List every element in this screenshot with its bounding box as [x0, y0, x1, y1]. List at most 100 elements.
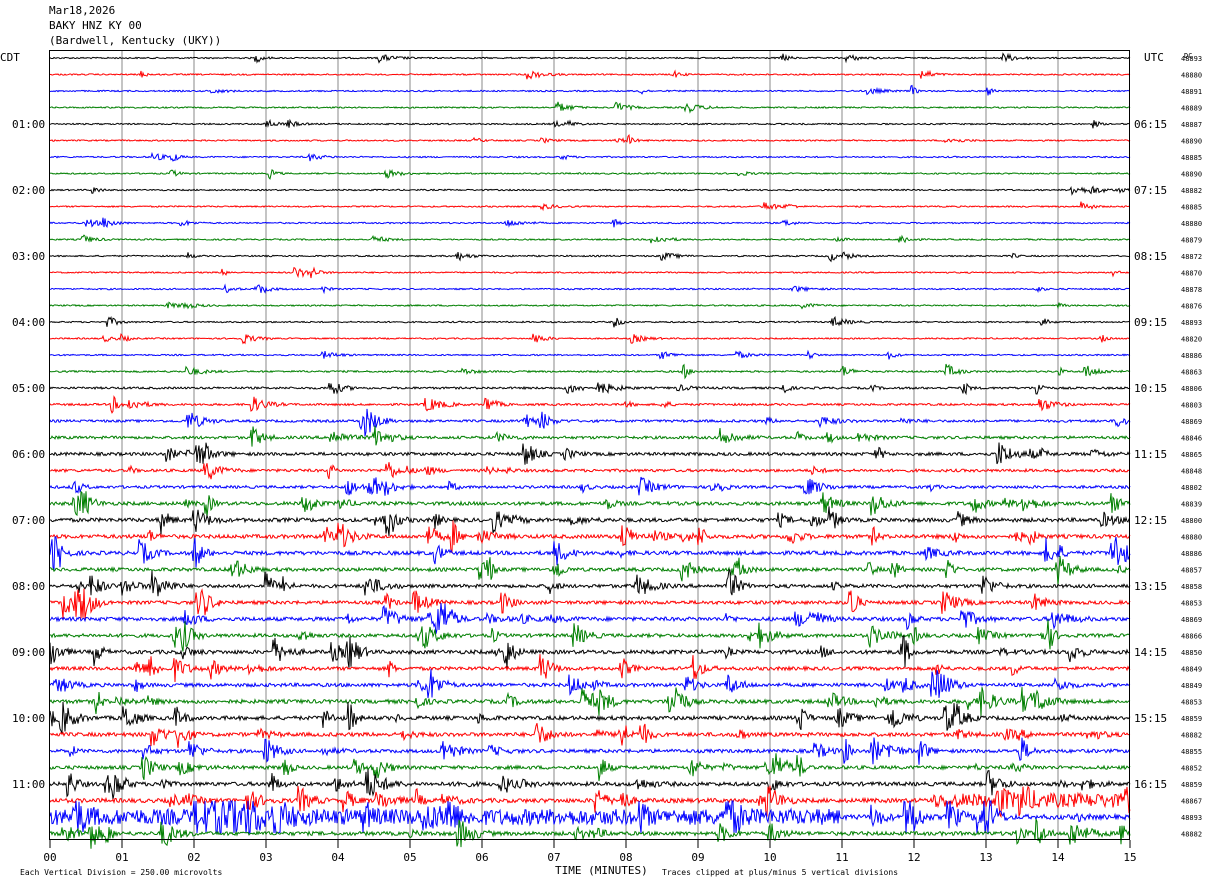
cdt-hour-label: 06:00: [12, 448, 45, 461]
x-tick-label: 11: [835, 851, 848, 864]
dc-offset-label: 48806: [1181, 385, 1202, 393]
seismic-trace-line: [49, 506, 1131, 537]
seismic-trace-line: [49, 201, 1131, 212]
seismic-trace-line: [49, 687, 1131, 717]
cdt-hour-label: 08:00: [12, 580, 45, 593]
minute-gridlines: [121, 51, 1059, 840]
dc-offset-label: 48852: [1181, 765, 1202, 773]
utc-hour-label: 10:15: [1134, 382, 1167, 395]
dc-offset-label: 48863: [1181, 369, 1202, 377]
dc-offset-label: 48887: [1181, 121, 1202, 129]
x-axis-tick-labels: 00 01 02 03 04 05 06 07 08 09 10 11 12 13 14 15: [43, 840, 1137, 864]
x-tick-label: 10: [763, 851, 776, 864]
dc-offset-label: 48889: [1181, 105, 1202, 113]
dc-offset-label: 48857: [1181, 567, 1202, 575]
seismic-trace-line: [49, 520, 1131, 554]
dc-offset-label: 48853: [1181, 699, 1202, 707]
seismogram-plot: 01:00 02:00 03:00 04:00 05:00 06:00 07:00 08:00…: [0, 50, 1202, 877]
dc-offset-label: 48885: [1181, 154, 1202, 162]
seismic-trace-line: [49, 349, 1131, 360]
seismic-trace-line: [49, 818, 1131, 849]
seismic-trace-line: [49, 536, 1131, 571]
dc-offset-label: 48890: [1181, 171, 1202, 179]
seismic-trace-line: [49, 425, 1131, 447]
x-tick-label: 05: [403, 851, 416, 864]
seismic-trace-line: [49, 251, 1131, 263]
seismic-trace-line: [49, 602, 1131, 634]
utc-hour-label: 06:15: [1134, 118, 1167, 131]
dc-offset-label: 48850: [1181, 649, 1202, 657]
cdt-hour-label: 11:00: [12, 778, 45, 791]
dc-offset-label: 48846: [1181, 435, 1202, 443]
seismic-trace-line: [49, 769, 1131, 800]
dc-offset-label: 48886: [1181, 550, 1202, 558]
seismic-trace-line: [49, 395, 1131, 414]
seismic-trace-line: [49, 442, 1131, 465]
dc-offset-label: 48872: [1181, 253, 1202, 261]
seismic-traces: [49, 52, 1131, 849]
dc-offset-label: 48882: [1181, 187, 1202, 195]
x-tick-label: 12: [907, 851, 920, 864]
seismic-trace-line: [49, 654, 1131, 683]
dc-offset-label: 48859: [1181, 715, 1202, 723]
dc-offset-label: 48890: [1181, 138, 1202, 146]
dc-offset-label: 48858: [1181, 583, 1202, 591]
seismic-trace-line: [49, 723, 1131, 748]
dc-offset-labels: 48893 48880 48891 48889 48887 48890 48885 48890…: [1181, 55, 1202, 839]
cdt-hour-labels: 01:00 02:00 03:00 04:00 05:00 06:00 07:00 08:00…: [12, 118, 45, 791]
utc-hour-label: 09:15: [1134, 316, 1167, 329]
cdt-hour-label: 05:00: [12, 382, 45, 395]
seismic-trace-line: [49, 283, 1130, 295]
cdt-hour-label: 07:00: [12, 514, 45, 527]
cdt-hour-label: 02:00: [12, 184, 45, 197]
dc-offset-label: 48865: [1181, 451, 1202, 459]
seismic-trace-line: [49, 363, 1131, 380]
dc-offset-label: 48869: [1181, 616, 1202, 624]
seismic-trace-line: [49, 555, 1131, 586]
x-tick-label: 07: [547, 851, 560, 864]
left-timezone-label: CDT: [0, 51, 20, 64]
dc-offset-label: 48866: [1181, 633, 1202, 641]
seismic-trace-line: [49, 52, 1131, 64]
seismic-trace-line: [49, 301, 1131, 310]
x-tick-label: 14: [1051, 851, 1065, 864]
seismic-trace-line: [49, 151, 1131, 162]
utc-hour-label: 07:15: [1134, 184, 1167, 197]
seismic-trace-line: [50, 619, 1131, 652]
dc-offset-label: 48800: [1181, 517, 1202, 525]
cdt-hour-label: 10:00: [12, 712, 45, 725]
header-location: (Bardwell, Kentucky (UKY)): [49, 34, 222, 47]
dc-offset-label: 48893: [1181, 319, 1202, 327]
scale-note: Each Vertical Division = 250.00 microvol…: [20, 868, 222, 877]
x-tick-label: 09: [691, 851, 704, 864]
utc-hour-labels: 06:15 07:15 08:15 09:15 10:15 11:15 12:15 13:15…: [1134, 118, 1167, 791]
seismic-trace-line: [49, 217, 1131, 229]
seismic-trace-line: [49, 168, 1131, 180]
x-axis-title: TIME (MINUTES): [555, 864, 648, 877]
dc-offset-label: 48880: [1181, 220, 1202, 228]
header-date: Mar18,2026: [49, 4, 116, 17]
seismic-trace-line: [49, 333, 1131, 345]
cdt-hour-label: 09:00: [12, 646, 45, 659]
utc-hour-label: 16:15: [1134, 778, 1167, 791]
utc-hour-label: 12:15: [1134, 514, 1167, 527]
header-station: BAKY HNZ KY 00: [49, 19, 142, 32]
dc-offset-label: 48893: [1181, 814, 1202, 822]
seismic-trace-line: [49, 315, 1131, 328]
utc-hour-label: 11:15: [1134, 448, 1167, 461]
seismic-trace-line: [49, 800, 1131, 834]
seismic-trace-line: [49, 669, 1131, 698]
dc-offset-label: 48848: [1181, 468, 1202, 476]
seismic-trace-line: [49, 490, 1131, 517]
x-tick-label: 15: [1123, 851, 1136, 864]
dc-offset-label: 48839: [1181, 501, 1202, 509]
dc-offset-label: 48855: [1181, 748, 1202, 756]
x-tick-label: 01: [115, 851, 128, 864]
x-tick-label: 00: [43, 851, 56, 864]
dc-header-label: DC: [1184, 52, 1192, 60]
dc-offset-label: 48882: [1181, 732, 1202, 740]
dc-offset-label: 48879: [1181, 237, 1202, 245]
right-timezone-label: UTC: [1144, 51, 1164, 64]
x-tick-label: 13: [979, 851, 992, 864]
seismic-trace-line: [49, 588, 1131, 619]
